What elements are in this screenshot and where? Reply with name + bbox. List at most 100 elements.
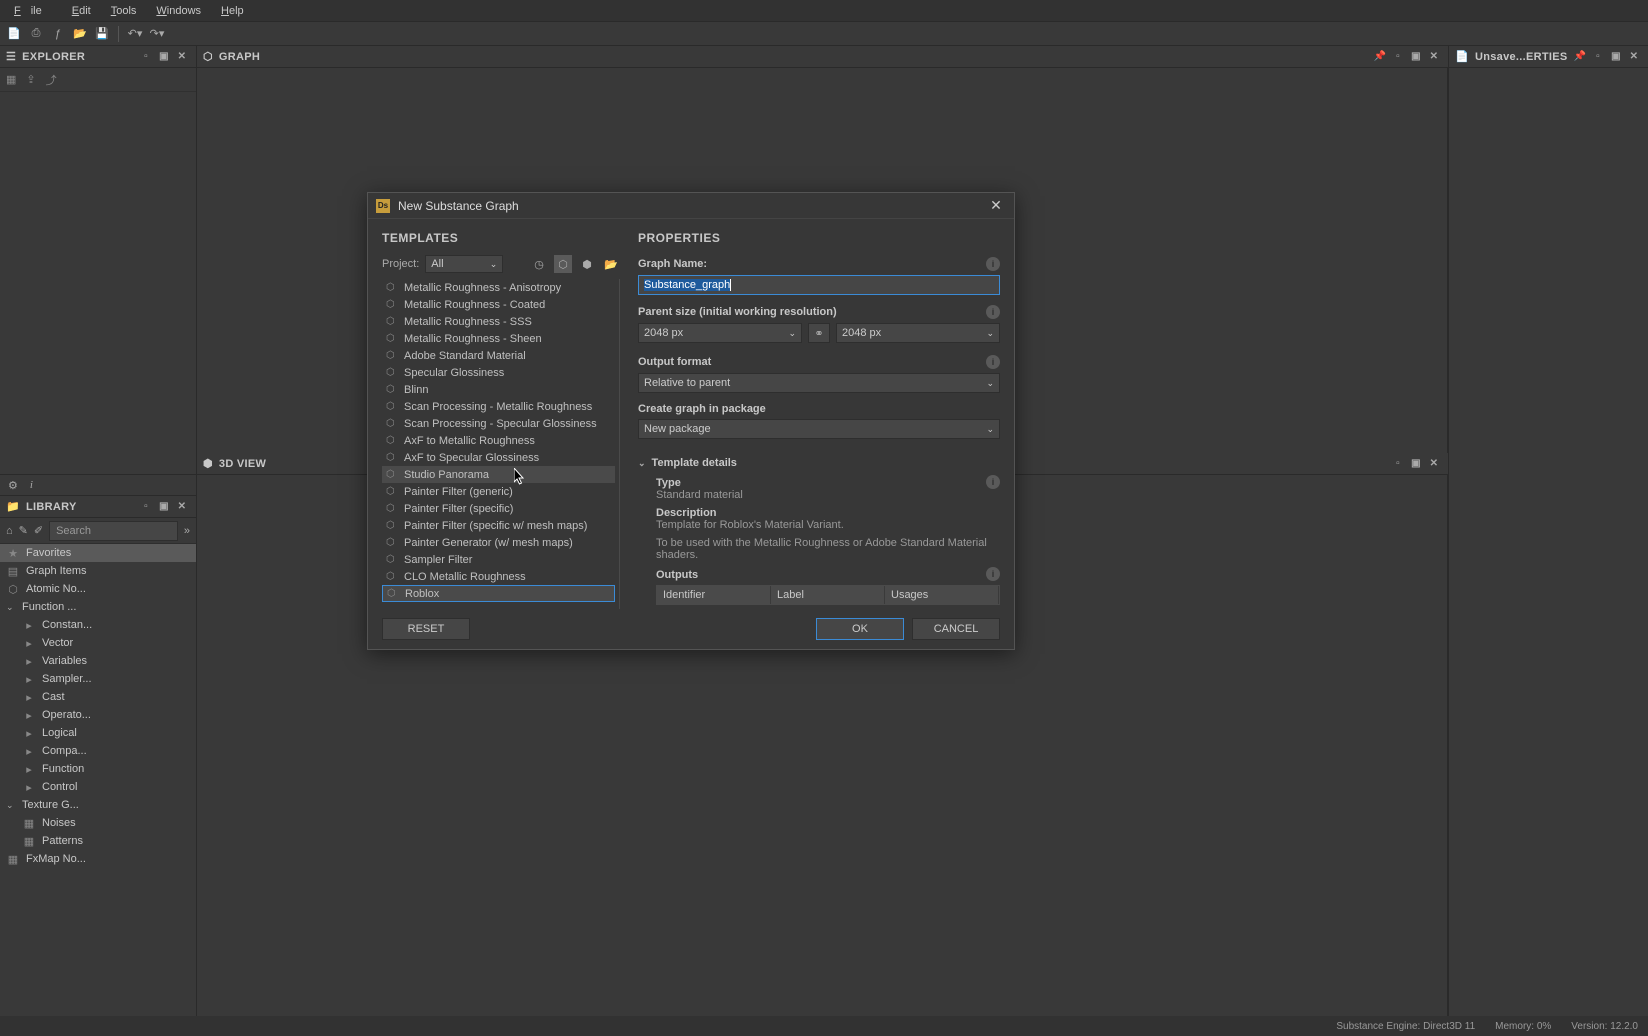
template-item[interactable]: ⬡ Studio Panorama xyxy=(382,466,615,483)
template-item[interactable]: ⬡ Scan Processing - Metallic Roughness xyxy=(382,398,615,415)
col-label: Label xyxy=(771,586,885,604)
template-label: Specular Glossiness xyxy=(404,367,504,379)
chevron-down-icon: ⌄ xyxy=(788,328,796,339)
template-item[interactable]: ⬡ Adobe Standard Material xyxy=(382,347,615,364)
new-substance-graph-dialog: Ds New Substance Graph ✕ TEMPLATES Proje… xyxy=(367,192,1015,650)
parent-size-label: Parent size (initial working resolution)… xyxy=(638,305,1000,319)
node-icon: ⬡ xyxy=(386,299,396,310)
templates-pane: TEMPLATES Project: All⌄ ◷ ⬡ ⬢ 📂 ⬡Metalli… xyxy=(382,231,620,609)
template-item[interactable]: ⬡ Painter Generator (w/ mesh maps) xyxy=(382,534,615,551)
template-label: Sampler Filter xyxy=(404,554,472,566)
template-item[interactable]: ⬡ Painter Filter (specific w/ mesh maps) xyxy=(382,517,615,534)
description-value-2: To be used with the Metallic Roughness o… xyxy=(656,537,1000,561)
info-icon[interactable]: i xyxy=(986,567,1000,581)
template-details-header[interactable]: ⌄ Template details xyxy=(638,457,1000,469)
dialog-overlay: Ds New Substance Graph ✕ TEMPLATES Proje… xyxy=(0,0,1648,1036)
project-row: Project: All⌄ ◷ ⬡ ⬢ 📂 xyxy=(382,255,620,273)
template-label: Scan Processing - Metallic Roughness xyxy=(404,401,592,413)
type-label: Type xyxy=(656,477,986,489)
description-value-1: Template for Roblox's Material Variant. xyxy=(656,519,1000,531)
node-icon: ⬡ xyxy=(386,554,396,565)
node-icon: ⬡ xyxy=(386,571,396,582)
folder-icon[interactable]: 📂 xyxy=(602,255,620,273)
dialog-body: TEMPLATES Project: All⌄ ◷ ⬡ ⬢ 📂 ⬡Metalli… xyxy=(368,219,1014,609)
template-item[interactable]: ⬡Metallic Roughness - SSS xyxy=(382,313,615,330)
package-dropdown[interactable]: New package⌄ xyxy=(638,419,1000,439)
ok-button[interactable]: OK xyxy=(816,618,904,640)
graph-name-input[interactable]: Substance_graph xyxy=(638,275,1000,295)
template-label: Metallic Roughness - SSS xyxy=(404,316,532,328)
template-label: Painter Filter (generic) xyxy=(404,486,513,498)
templates-title: TEMPLATES xyxy=(382,231,620,245)
col-usages: Usages xyxy=(885,586,999,604)
size-height-dropdown[interactable]: 2048 px⌄ xyxy=(836,323,1000,343)
node-icon: ⬡ xyxy=(386,452,396,463)
graph-type-icon[interactable]: ⬡ xyxy=(554,255,572,273)
template-item[interactable]: ⬡CLO Metallic Roughness xyxy=(382,568,615,585)
node-icon: ⬡ xyxy=(386,486,396,497)
dialog-footer: RESET OK CANCEL xyxy=(368,609,1014,649)
template-item[interactable]: ⬡ Sampler Filter xyxy=(382,551,615,568)
template-label: Metallic Roughness - Coated xyxy=(404,299,545,311)
node-icon: ⬡ xyxy=(386,503,396,514)
info-icon[interactable]: i xyxy=(986,355,1000,369)
template-label: Scan Processing - Specular Glossiness xyxy=(404,418,597,430)
template-label: Metallic Roughness - Sheen xyxy=(404,333,542,345)
reset-button[interactable]: RESET xyxy=(382,618,470,640)
col-identifier: Identifier xyxy=(657,586,771,604)
info-icon[interactable]: i xyxy=(986,475,1000,489)
template-label: Adobe Standard Material xyxy=(404,350,526,362)
dialog-close-icon[interactable]: ✕ xyxy=(986,196,1006,216)
template-item[interactable]: ⬡ Metallic Roughness - Sheen xyxy=(382,330,615,347)
project-dropdown[interactable]: All⌄ xyxy=(425,255,503,273)
template-label: Blinn xyxy=(404,384,428,396)
template-list[interactable]: ⬡Metallic Roughness - Anisotropy⬡Metalli… xyxy=(382,279,620,609)
template-item[interactable]: ⬡Painter Filter (specific) xyxy=(382,500,615,517)
project-label: Project: xyxy=(382,258,419,270)
template-label: Metallic Roughness - Anisotropy xyxy=(404,282,561,294)
template-label: Roblox xyxy=(405,588,439,600)
cube-icon[interactable]: ⬢ xyxy=(578,255,596,273)
output-format-dropdown[interactable]: Relative to parent⌄ xyxy=(638,373,1000,393)
recent-icon[interactable]: ◷ xyxy=(530,255,548,273)
template-item[interactable]: ⬡ AxF to Metallic Roughness xyxy=(382,432,615,449)
node-icon: ⬡ xyxy=(387,588,397,599)
template-item[interactable]: ⬡Metallic Roughness - Anisotropy xyxy=(382,279,615,296)
dialog-title-text: New Substance Graph xyxy=(398,199,986,213)
template-label: AxF to Specular Glossiness xyxy=(404,452,539,464)
template-label: Studio Panorama xyxy=(404,469,489,481)
properties-pane: PROPERTIES Graph Name: i Substance_graph… xyxy=(638,231,1000,609)
template-item[interactable]: ⬡ AxF to Specular Glossiness xyxy=(382,449,615,466)
template-item[interactable]: ⬡ Metallic Roughness - Coated xyxy=(382,296,615,313)
template-item[interactable]: ⬡ Painter Filter (generic) xyxy=(382,483,615,500)
info-icon[interactable]: i xyxy=(986,257,1000,271)
link-size-icon[interactable]: ⚭ xyxy=(808,323,830,343)
template-label: Painter Filter (specific w/ mesh maps) xyxy=(404,520,587,532)
parent-size-row: 2048 px⌄ ⚭ 2048 px⌄ xyxy=(638,323,1000,343)
template-item[interactable]: ⬡ Scan Processing - Specular Glossiness xyxy=(382,415,615,432)
node-icon: ⬡ xyxy=(386,435,396,446)
info-icon[interactable]: i xyxy=(986,305,1000,319)
node-icon: ⬡ xyxy=(386,537,396,548)
node-icon: ⬡ xyxy=(386,418,396,429)
template-item[interactable]: ⬡ Specular Glossiness xyxy=(382,364,615,381)
template-item[interactable]: ⬡Blinn xyxy=(382,381,615,398)
cancel-button[interactable]: CANCEL xyxy=(912,618,1000,640)
type-value: Standard material xyxy=(656,489,1000,501)
package-label: Create graph in package xyxy=(638,403,1000,415)
graph-name-label: Graph Name: i xyxy=(638,257,1000,271)
template-details: Type i Standard material Description Tem… xyxy=(638,475,1000,605)
chevron-down-icon: ⌄ xyxy=(986,328,994,339)
template-item[interactable]: ⬡ Roblox xyxy=(382,585,615,602)
outputs-table: Identifier Label Usages xyxy=(656,585,1000,605)
size-width-dropdown[interactable]: 2048 px⌄ xyxy=(638,323,802,343)
template-label: AxF to Metallic Roughness xyxy=(404,435,535,447)
node-icon: ⬡ xyxy=(386,367,396,378)
node-icon: ⬡ xyxy=(386,401,396,412)
app-icon: Ds xyxy=(376,199,390,213)
node-icon: ⬡ xyxy=(386,520,396,531)
node-icon: ⬡ xyxy=(386,350,396,361)
template-label: Painter Generator (w/ mesh maps) xyxy=(404,537,573,549)
node-icon: ⬡ xyxy=(386,333,396,344)
node-icon: ⬡ xyxy=(386,469,396,480)
